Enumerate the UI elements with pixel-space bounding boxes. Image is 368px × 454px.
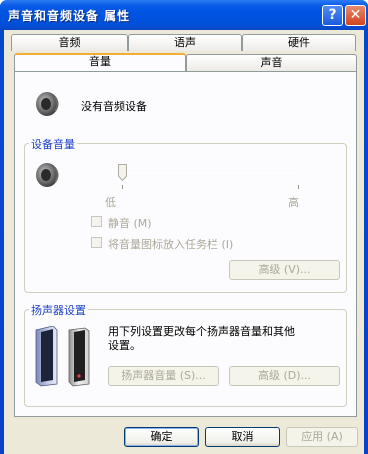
tray-icon-label: 将音量图标放入任务栏 (I) xyxy=(108,238,234,251)
speaker-settings-title: 扬声器设置 xyxy=(29,302,88,318)
window-title: 声音和音频设备 属性 xyxy=(8,9,131,23)
properties-window: 声音和音频设备 属性 ? ✕ 音频 语声 硬件 音量 声音 没有音频设备 设备音… xyxy=(0,0,368,454)
speaker-advanced-button[interactable]: 高级 (D)... xyxy=(229,366,340,386)
volume-tab-panel: 没有音频设备 设备音量 低 高 静音 (M) 将音量图标放入任务栏 (I) 高级… xyxy=(14,71,357,417)
desktop-speakers-icon xyxy=(33,325,97,391)
cancel-button[interactable]: 取消 xyxy=(205,427,280,447)
tab-audio[interactable]: 音频 xyxy=(11,34,128,51)
slider-max-label: 高 xyxy=(288,196,299,209)
speaker-icon xyxy=(33,89,63,122)
slider-tick xyxy=(122,185,123,189)
tray-icon-checkbox[interactable] xyxy=(91,237,102,248)
tab-voice[interactable]: 语声 xyxy=(128,34,242,51)
dialog-client-area: 音频 语声 硬件 音量 声音 没有音频设备 设备音量 低 高 静音 (M) 将音… xyxy=(4,30,364,454)
tab-sounds[interactable]: 声音 xyxy=(186,54,357,71)
device-advanced-button[interactable]: 高级 (V)... xyxy=(229,260,340,280)
volume-slider-track[interactable] xyxy=(122,173,298,174)
device-volume-title: 设备音量 xyxy=(29,136,77,152)
title-bar[interactable]: 声音和音频设备 属性 ? ✕ xyxy=(0,0,368,30)
speaker-volume-icon xyxy=(33,160,63,193)
speaker-volume-button[interactable]: 扬声器音量 (S)... xyxy=(108,366,219,386)
slider-tick xyxy=(298,185,299,189)
speaker-description-line2: 设置。 xyxy=(108,339,141,352)
mute-label: 静音 (M) xyxy=(108,217,152,230)
tab-hardware[interactable]: 硬件 xyxy=(242,34,356,51)
help-button[interactable]: ? xyxy=(322,5,343,26)
slider-min-label: 低 xyxy=(105,196,116,209)
close-button[interactable]: ✕ xyxy=(345,5,366,26)
apply-button[interactable]: 应用 (A) xyxy=(286,427,358,447)
tab-volume[interactable]: 音量 xyxy=(14,53,186,71)
ok-button[interactable]: 确定 xyxy=(124,427,199,447)
device-name: 没有音频设备 xyxy=(81,100,147,113)
volume-slider-thumb[interactable] xyxy=(118,164,127,182)
mute-checkbox[interactable] xyxy=(91,216,102,227)
